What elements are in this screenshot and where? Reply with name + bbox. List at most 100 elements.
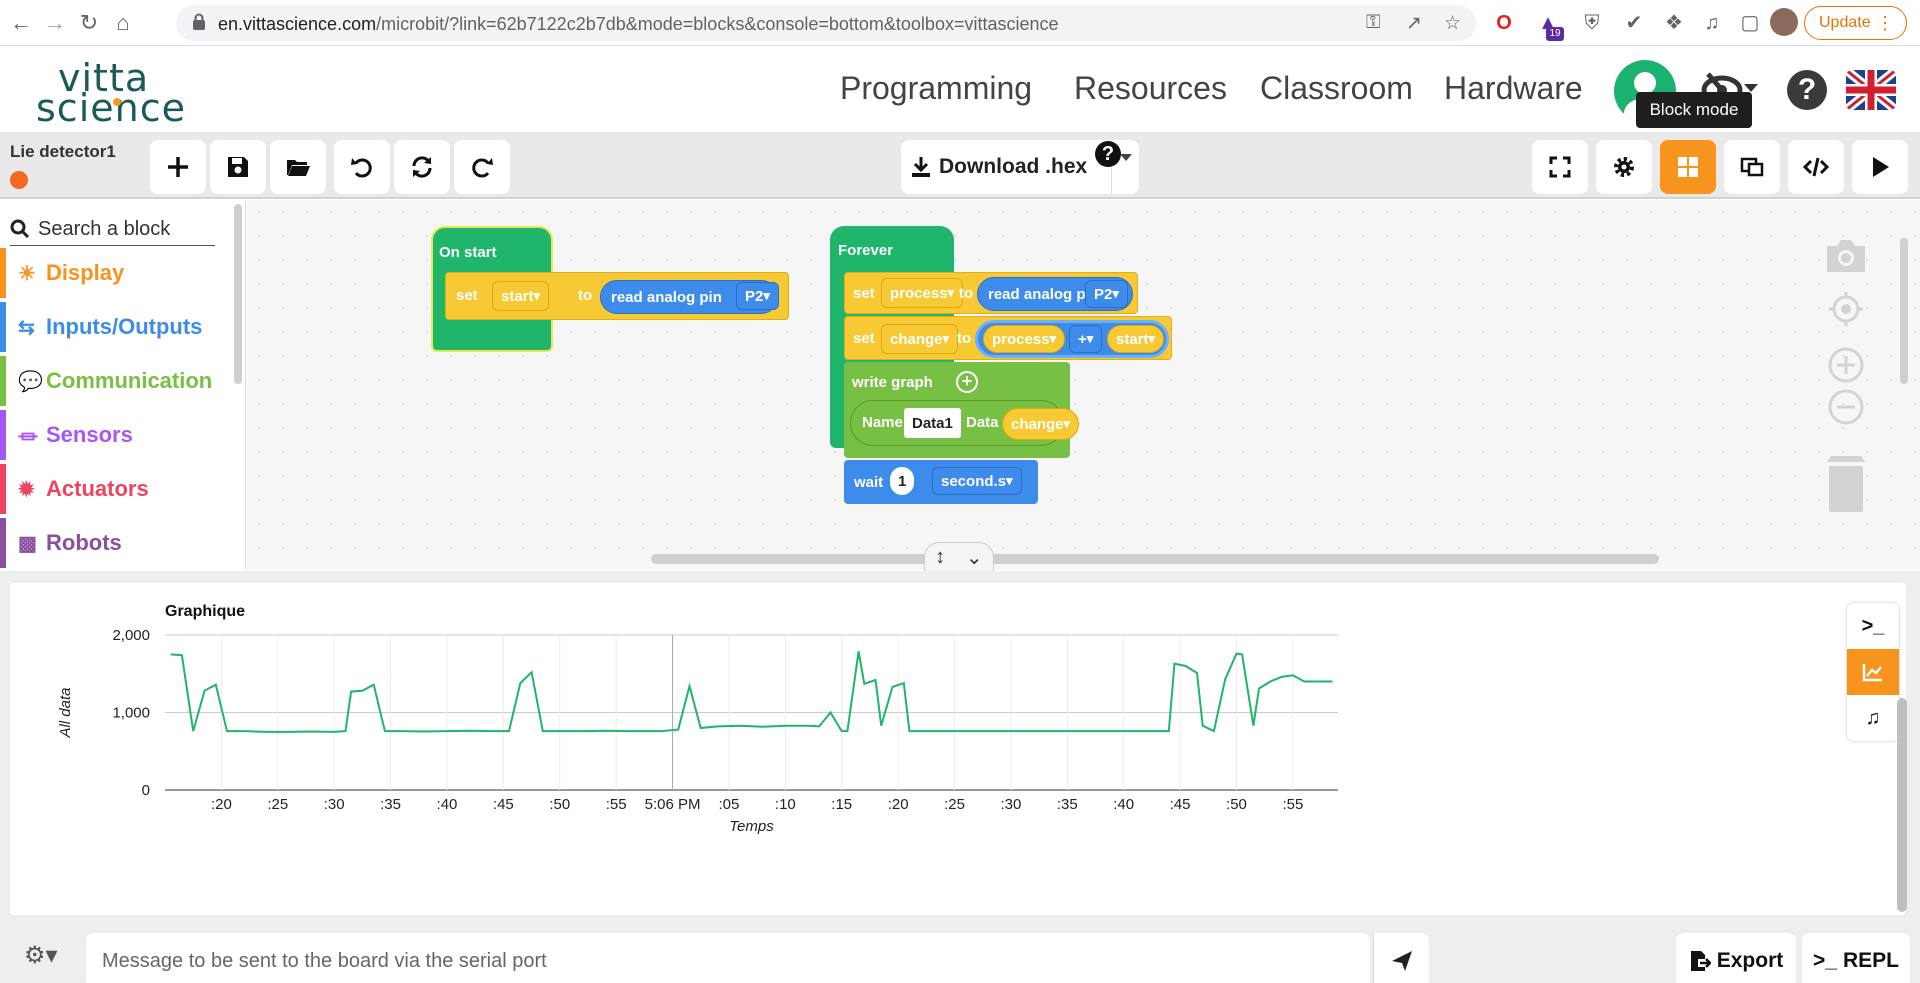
back-icon[interactable]: ← [8, 10, 34, 36]
graph-scrollbar[interactable] [1897, 698, 1907, 912]
add-circle-icon[interactable]: + [956, 371, 978, 393]
var-process-dropdown[interactable]: process [881, 278, 964, 308]
vittascience-logo[interactable]: vitta science [36, 56, 185, 130]
fan-icon: ✹ [18, 478, 35, 501]
serial-message-input[interactable] [86, 933, 1370, 983]
console-resize-handle[interactable]: ↕ ⌄ [924, 542, 994, 572]
nav-resources[interactable]: Resources [1074, 70, 1227, 107]
category-actuators-label: Actuators [46, 476, 149, 501]
op-left-dropdown[interactable]: process [983, 325, 1066, 353]
redo-button[interactable] [454, 140, 510, 194]
settings-button[interactable] [1596, 140, 1652, 194]
sidepanel-icon[interactable]: ▢ [1736, 9, 1764, 37]
zoom-out-icon[interactable] [1827, 388, 1865, 426]
key-icon[interactable]: ⚿ [1366, 12, 1380, 34]
var-change-dropdown[interactable]: change [881, 324, 959, 354]
shield-icon[interactable]: ⛨ [1578, 9, 1606, 37]
category-inputs-outputs-label: Inputs/Outputs [46, 314, 203, 339]
play-icon [1873, 157, 1889, 177]
block-search[interactable]: Search a block [10, 214, 215, 246]
open-button[interactable] [270, 140, 326, 194]
reload-icon[interactable]: ↻ [76, 10, 102, 36]
x-tick-label: :45 [493, 796, 514, 813]
pin-p2-dropdown-2[interactable]: P2 [1085, 280, 1128, 308]
help-icon[interactable]: ? [1787, 70, 1827, 110]
blocks-workspace[interactable]: On start set start to read analog pin P2… [247, 200, 1920, 570]
nav-programming[interactable]: Programming [840, 70, 1032, 107]
puzzle-icon[interactable]: ❖ [1660, 9, 1688, 37]
graph-data-dropdown[interactable]: change [1002, 408, 1080, 440]
fullscreen-icon [1549, 156, 1571, 178]
nav-hardware[interactable]: Hardware [1444, 70, 1583, 107]
music-tab[interactable]: ♫ [1847, 695, 1899, 741]
category-communication-label: Communication [46, 368, 213, 393]
download-help-icon[interactable]: ? [1095, 141, 1121, 167]
zoom-in-icon[interactable] [1827, 346, 1865, 384]
category-communication[interactable]: 💬 Communication [0, 356, 234, 406]
terminal-tab[interactable]: >_ [1847, 603, 1899, 649]
category-sensors[interactable]: ⏛ Sensors [0, 410, 234, 460]
x-tick-label: :30 [1000, 796, 1021, 813]
extension-badge: 19 [1546, 27, 1564, 41]
set-change-block[interactable]: set change to process + start [844, 316, 1172, 360]
x-tick-label: :20 [888, 796, 909, 813]
playlist-icon[interactable]: ♫ [1698, 9, 1726, 37]
recenter-icon[interactable] [1827, 290, 1865, 328]
category-inputs-outputs[interactable]: ⇆ Inputs/Outputs [0, 302, 234, 352]
project-name[interactable]: Lie detector1 [10, 142, 116, 162]
y-axis-label: All data [57, 687, 74, 738]
forward-icon[interactable]: → [42, 10, 68, 36]
undo-button[interactable] [334, 140, 390, 194]
star-icon[interactable]: ☆ [1444, 12, 1461, 35]
sidebar-scrollbar[interactable] [234, 204, 242, 384]
camera-icon[interactable] [1823, 236, 1869, 276]
opera-extension-icon[interactable]: O [1490, 9, 1518, 37]
download-hex-button[interactable]: Download .hex [901, 140, 1111, 194]
x-axis-label: Temps [729, 818, 774, 835]
category-robots-label: Robots [46, 530, 122, 555]
share-icon[interactable]: ↗ [1406, 12, 1422, 35]
code-mode-button[interactable] [1788, 140, 1844, 194]
new-project-button[interactable] [150, 140, 206, 194]
url-path: /microbit/?link=62b7122c2b7db&mode=block… [376, 14, 1059, 34]
nav-classroom[interactable]: Classroom [1260, 70, 1413, 107]
mixed-mode-button[interactable] [1724, 140, 1780, 194]
graph-tab[interactable] [1847, 649, 1899, 695]
refresh-button[interactable] [394, 140, 450, 194]
workspace-horizontal-scrollbar[interactable] [651, 554, 1659, 564]
var-start-dropdown[interactable]: start [492, 281, 550, 311]
export-button[interactable]: Export [1676, 933, 1796, 983]
wait-block[interactable]: wait 1 second.s [844, 460, 1038, 504]
fullscreen-button[interactable] [1532, 140, 1588, 194]
code-icon [1803, 157, 1829, 177]
set-process-block[interactable]: set process to read analog pin P2 [844, 272, 1138, 314]
op-right-dropdown[interactable]: start [1107, 325, 1165, 353]
category-display[interactable]: ☀ Display [0, 248, 234, 298]
uk-flag-icon[interactable] [1846, 70, 1896, 110]
pin-p2-dropdown[interactable]: P2 [736, 282, 779, 310]
category-robots[interactable]: ▩ Robots [0, 518, 234, 568]
console-bottom-bar: ⚙▾ Export >_ REPL [0, 923, 1920, 983]
graph-name-input[interactable]: Data1 [904, 408, 961, 438]
workspace-vertical-scrollbar[interactable] [1900, 238, 1908, 384]
address-bar[interactable]: en.vittascience.com/microbit/?link=62b71… [176, 5, 1476, 41]
check-shield-icon[interactable]: ✔ [1620, 9, 1648, 37]
run-simulator-button[interactable] [1852, 140, 1908, 194]
profile-avatar[interactable] [1770, 8, 1798, 36]
save-button[interactable] [210, 140, 266, 194]
trash-icon[interactable] [1821, 454, 1871, 514]
repl-button[interactable]: >_ REPL [1802, 933, 1910, 983]
write-graph-block[interactable]: write graph + Name Data1 Data change [844, 362, 1080, 458]
operator-dropdown[interactable]: + [1069, 325, 1103, 353]
send-button[interactable] [1373, 933, 1429, 983]
chevron-down-icon[interactable]: ⌄ [966, 545, 983, 570]
category-actuators[interactable]: ✹ Actuators [0, 464, 234, 514]
wait-unit-dropdown[interactable]: second.s [932, 467, 1022, 495]
read-analog-pin-label-2: read analog pin [988, 285, 1099, 303]
set-start-block[interactable]: set start to read analog pin P2 [445, 272, 789, 320]
block-mode-button[interactable] [1660, 140, 1716, 194]
update-button[interactable]: Update ⋮ [1804, 6, 1907, 40]
wait-value-input[interactable]: 1 [890, 467, 915, 495]
console-settings-icon[interactable]: ⚙▾ [24, 941, 58, 970]
home-icon[interactable]: ⌂ [110, 10, 136, 36]
